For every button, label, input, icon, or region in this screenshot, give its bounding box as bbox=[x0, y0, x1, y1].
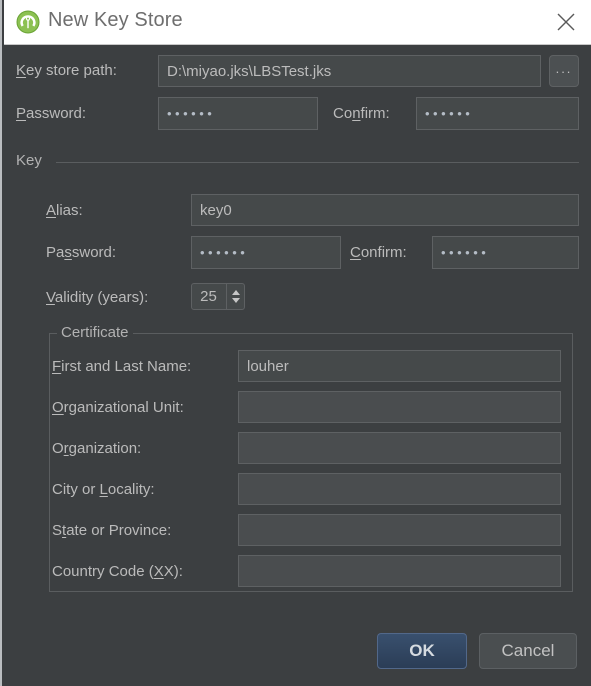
spinner-down-icon[interactable] bbox=[231, 298, 240, 303]
new-key-store-dialog: New Key Store Key store path: D:\miyao.j… bbox=[0, 0, 591, 686]
key-store-path-input[interactable]: D:\miyao.jks\LBSTest.jks bbox=[158, 55, 541, 87]
ok-button[interactable]: OK bbox=[377, 633, 467, 669]
key-group-label: Key bbox=[16, 152, 42, 169]
certificate-group-label: Certificate bbox=[57, 324, 133, 341]
cert-city-locality-input[interactable] bbox=[238, 473, 561, 505]
key-validity-label: Validity (years): bbox=[46, 289, 149, 306]
cert-organizational-unit-input[interactable] bbox=[238, 391, 561, 423]
cert-first-last-name-label: First and Last Name: bbox=[52, 358, 192, 375]
cert-first-last-name-input[interactable]: louher bbox=[238, 350, 561, 382]
key-store-path-label: Key store path: bbox=[16, 62, 117, 79]
key-alias-label: Alias: bbox=[46, 202, 83, 219]
cert-organization-label: Organization: bbox=[52, 440, 142, 457]
cert-organizational-unit-label: Organizational Unit: bbox=[52, 399, 184, 416]
android-studio-icon bbox=[16, 10, 40, 34]
cancel-button[interactable]: Cancel bbox=[479, 633, 577, 669]
cert-organization-input[interactable] bbox=[238, 432, 561, 464]
dialog-title: New Key Store bbox=[48, 9, 183, 31]
keystore-password-label: Password: bbox=[16, 105, 87, 122]
cert-country-code-input[interactable] bbox=[238, 555, 561, 587]
key-group-separator bbox=[56, 162, 579, 163]
spinner-arrows[interactable] bbox=[226, 284, 244, 309]
key-confirm-input[interactable]: •••••• bbox=[432, 236, 579, 269]
validity-years-value: 25 bbox=[200, 288, 217, 305]
cert-city-locality-label: City or Locality: bbox=[52, 481, 155, 498]
key-password-input[interactable]: •••••• bbox=[191, 236, 341, 269]
key-confirm-label: Confirm: bbox=[350, 244, 407, 261]
cert-state-province-input[interactable] bbox=[238, 514, 561, 546]
keystore-password-input[interactable]: •••••• bbox=[158, 97, 318, 130]
cert-state-province-label: State or Province: bbox=[52, 522, 172, 539]
dialog-titlebar: New Key Store bbox=[4, 0, 591, 45]
browse-button[interactable]: ... bbox=[549, 55, 579, 87]
close-icon[interactable] bbox=[553, 9, 579, 35]
validity-years-stepper[interactable]: 25 bbox=[191, 283, 245, 310]
keystore-confirm-label: Confirm: bbox=[333, 105, 390, 122]
spinner-up-icon[interactable] bbox=[231, 290, 240, 295]
key-alias-input[interactable]: key0 bbox=[191, 194, 579, 226]
key-password-label: Password: bbox=[46, 244, 117, 261]
cert-country-code-label: Country Code (XX): bbox=[52, 563, 183, 580]
keystore-confirm-input[interactable]: •••••• bbox=[416, 97, 579, 130]
